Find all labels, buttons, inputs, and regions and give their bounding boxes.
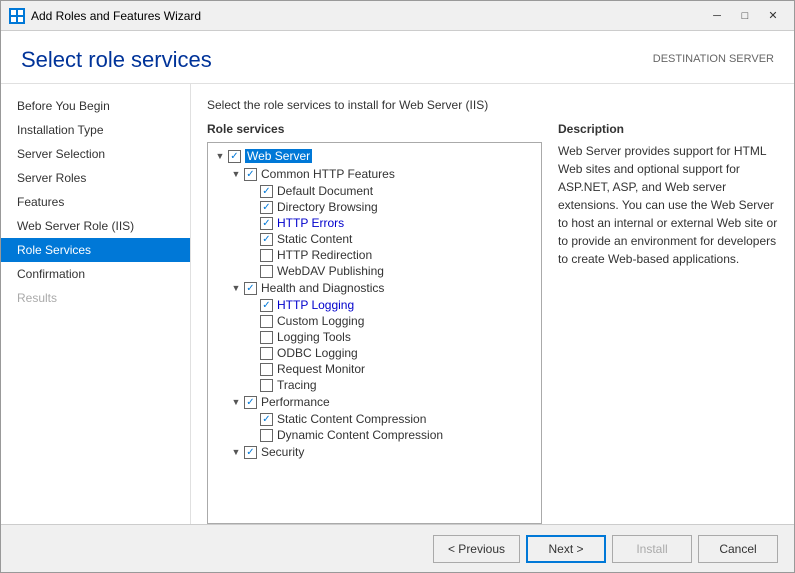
checkbox-request-monitor[interactable] [260, 363, 273, 376]
checkbox-custom-logging[interactable] [260, 315, 273, 328]
tree-item-health-diag[interactable]: ▼ Health and Diagnostics [208, 279, 541, 297]
description-header: Description [558, 122, 778, 136]
checkbox-http-redirect[interactable] [260, 249, 273, 262]
tree-item-logging-tools[interactable]: Logging Tools [208, 329, 541, 345]
description-text: Web Server provides support for HTML Web… [558, 142, 778, 268]
wizard-window: Add Roles and Features Wizard ─ □ ✕ Sele… [0, 0, 795, 573]
label-static-content: Static Content [277, 232, 352, 246]
role-services-header: Role services [207, 122, 542, 136]
checkbox-tracing[interactable] [260, 379, 273, 392]
label-http-logging: HTTP Logging [277, 298, 354, 312]
expand-icon-performance[interactable]: ▼ [228, 394, 244, 410]
instruction-text: Select the role services to install for … [207, 98, 778, 112]
tree-item-common-http[interactable]: ▼ Common HTTP Features [208, 165, 541, 183]
label-common-http: Common HTTP Features [261, 167, 395, 181]
page-title: Select role services [21, 47, 212, 73]
label-logging-tools: Logging Tools [277, 330, 351, 344]
checkbox-webdav[interactable] [260, 265, 273, 278]
main-content: Select the role services to install for … [191, 84, 794, 524]
label-custom-logging: Custom Logging [277, 314, 364, 328]
close-button[interactable]: ✕ [760, 5, 786, 27]
destination-server-label: DESTINATION SERVER [653, 53, 774, 65]
label-http-errors: HTTP Errors [277, 216, 344, 230]
sidebar-item-results: Results [1, 286, 190, 310]
sidebar-item-server-selection[interactable]: Server Selection [1, 142, 190, 166]
sidebar-item-before-you-begin[interactable]: Before You Begin [1, 94, 190, 118]
tree-item-default-doc[interactable]: Default Document [208, 183, 541, 199]
checkbox-odbc-logging[interactable] [260, 347, 273, 360]
checkbox-dir-browsing[interactable] [260, 201, 273, 214]
sidebar-item-web-server-role[interactable]: Web Server Role (IIS) [1, 214, 190, 238]
tree-item-security[interactable]: ▼ Security [208, 443, 541, 461]
label-static-compress: Static Content Compression [277, 412, 426, 426]
label-performance: Performance [261, 395, 330, 409]
expand-icon-common-http[interactable]: ▼ [228, 166, 244, 182]
wizard-footer: < Previous Next > Install Cancel [1, 524, 794, 572]
checkbox-common-http[interactable] [244, 168, 257, 181]
tree-item-http-errors[interactable]: HTTP Errors [208, 215, 541, 231]
description-column: Description Web Server provides support … [558, 122, 778, 524]
tree-item-http-logging[interactable]: HTTP Logging [208, 297, 541, 313]
previous-button[interactable]: < Previous [433, 535, 520, 563]
content-area: Before You Begin Installation Type Serve… [1, 84, 794, 524]
expand-icon-web-server[interactable]: ▼ [212, 148, 228, 164]
label-web-server[interactable]: Web Server [245, 149, 312, 163]
tree-item-static-compress[interactable]: Static Content Compression [208, 411, 541, 427]
checkbox-static-compress[interactable] [260, 413, 273, 426]
checkbox-performance[interactable] [244, 396, 257, 409]
tree-item-odbc-logging[interactable]: ODBC Logging [208, 345, 541, 361]
checkbox-health-diag[interactable] [244, 282, 257, 295]
tree-item-dynamic-compress[interactable]: Dynamic Content Compression [208, 427, 541, 443]
tree-item-custom-logging[interactable]: Custom Logging [208, 313, 541, 329]
checkbox-dynamic-compress[interactable] [260, 429, 273, 442]
tree-item-web-server[interactable]: ▼ Web Server [208, 147, 541, 165]
maximize-button[interactable]: □ [732, 5, 758, 27]
label-dynamic-compress: Dynamic Content Compression [277, 428, 443, 442]
checkbox-web-server[interactable] [228, 150, 241, 163]
expand-icon-health-diag[interactable]: ▼ [228, 280, 244, 296]
tree-item-webdav[interactable]: WebDAV Publishing [208, 263, 541, 279]
window-controls: ─ □ ✕ [704, 5, 786, 27]
label-webdav: WebDAV Publishing [277, 264, 384, 278]
sidebar-item-role-services[interactable]: Role Services [1, 238, 190, 262]
title-bar: Add Roles and Features Wizard ─ □ ✕ [1, 1, 794, 31]
label-default-doc: Default Document [277, 184, 373, 198]
label-request-monitor: Request Monitor [277, 362, 365, 376]
tree-view[interactable]: ▼ Web Server ▼ Common HTTP Features [207, 142, 542, 524]
checkbox-logging-tools[interactable] [260, 331, 273, 344]
next-button[interactable]: Next > [526, 535, 606, 563]
role-services-column: Role services ▼ Web Server ▼ Common H [207, 122, 542, 524]
sidebar-item-features[interactable]: Features [1, 190, 190, 214]
tree-item-http-redirect[interactable]: HTTP Redirection [208, 247, 541, 263]
label-dir-browsing: Directory Browsing [277, 200, 378, 214]
label-security: Security [261, 445, 304, 459]
sidebar-item-installation-type[interactable]: Installation Type [1, 118, 190, 142]
sidebar: Before You Begin Installation Type Serve… [1, 84, 191, 524]
minimize-button[interactable]: ─ [704, 5, 730, 27]
window-title: Add Roles and Features Wizard [31, 9, 704, 23]
expand-icon-security[interactable]: ▼ [228, 444, 244, 460]
label-health-diag: Health and Diagnostics [261, 281, 384, 295]
tree-item-performance[interactable]: ▼ Performance [208, 393, 541, 411]
content-columns: Role services ▼ Web Server ▼ Common H [207, 122, 778, 524]
sidebar-item-server-roles[interactable]: Server Roles [1, 166, 190, 190]
cancel-button[interactable]: Cancel [698, 535, 778, 563]
page-header: Select role services DESTINATION SERVER [1, 31, 794, 84]
tree-item-request-monitor[interactable]: Request Monitor [208, 361, 541, 377]
checkbox-http-errors[interactable] [260, 217, 273, 230]
label-http-redirect: HTTP Redirection [277, 248, 372, 262]
install-button[interactable]: Install [612, 535, 692, 563]
checkbox-default-doc[interactable] [260, 185, 273, 198]
checkbox-security[interactable] [244, 446, 257, 459]
tree-item-tracing[interactable]: Tracing [208, 377, 541, 393]
label-odbc-logging: ODBC Logging [277, 346, 358, 360]
checkbox-http-logging[interactable] [260, 299, 273, 312]
sidebar-item-confirmation[interactable]: Confirmation [1, 262, 190, 286]
label-tracing: Tracing [277, 378, 317, 392]
checkbox-static-content[interactable] [260, 233, 273, 246]
tree-item-dir-browsing[interactable]: Directory Browsing [208, 199, 541, 215]
tree-item-static-content[interactable]: Static Content [208, 231, 541, 247]
app-icon [9, 8, 25, 24]
